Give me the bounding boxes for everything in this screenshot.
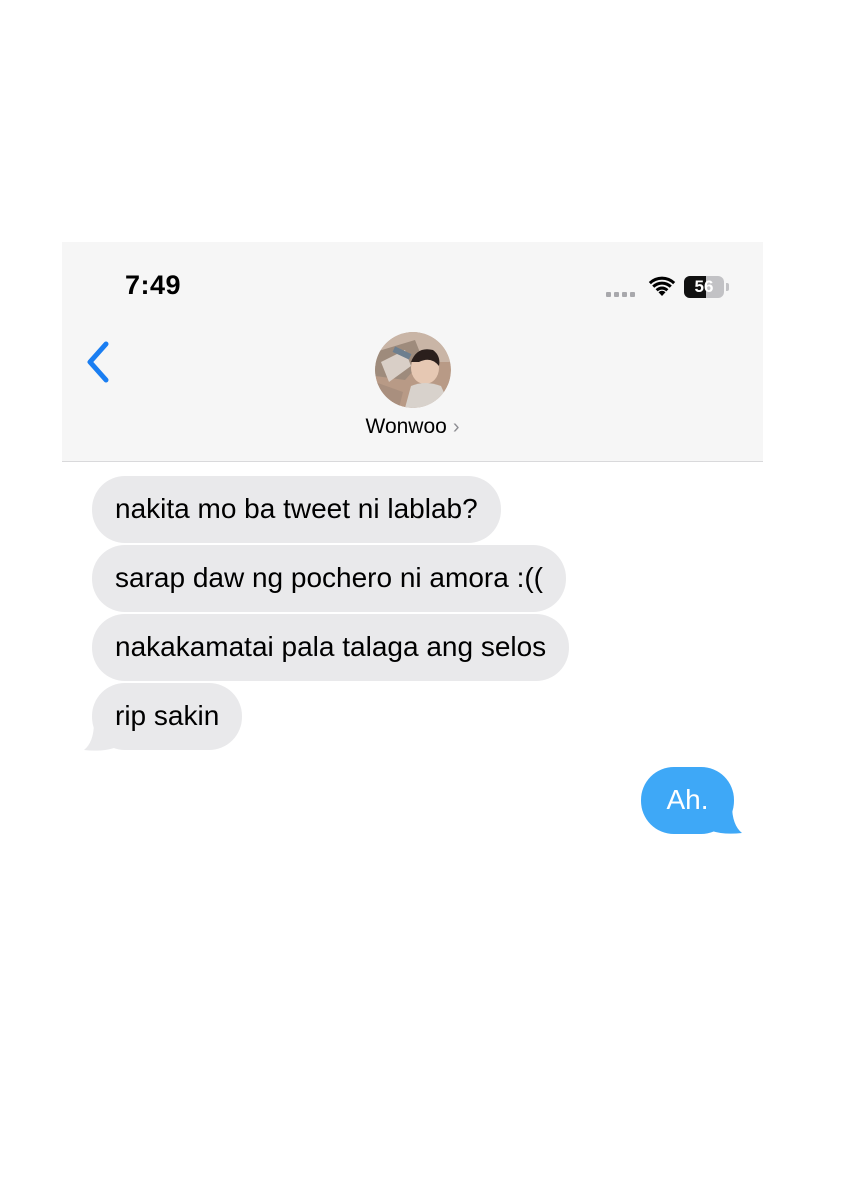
incoming-message[interactable]: rip sakin — [92, 683, 243, 750]
conversation-header: 7:49 56 Wonwoo › — [62, 242, 763, 462]
signal-dots-icon — [606, 292, 635, 297]
wifi-icon — [648, 276, 676, 296]
incoming-message[interactable]: nakita mo ba tweet ni lablab? — [92, 476, 501, 543]
incoming-message[interactable]: sarap daw ng pochero ni amora :(( — [92, 545, 566, 612]
avatar[interactable] — [375, 332, 451, 408]
back-button[interactable] — [80, 338, 116, 386]
battery-level: 56 — [694, 277, 714, 296]
chevron-right-icon: › — [452, 416, 460, 438]
status-time: 7:49 — [125, 270, 182, 300]
incoming-bubble-tail — [84, 722, 114, 751]
contact-name: Wonwoo — [365, 415, 447, 438]
messages-screen: 7:49 56 Wonwoo › nakita mo ba tweet ni l… — [0, 0, 848, 1199]
battery-icon: 56 — [684, 276, 729, 298]
chevron-left-icon — [87, 341, 109, 383]
outgoing-bubble-tail — [712, 805, 742, 834]
contact-name-button[interactable]: Wonwoo › — [62, 415, 763, 439]
incoming-message[interactable]: nakakamatai pala talaga ang selos — [92, 614, 570, 681]
